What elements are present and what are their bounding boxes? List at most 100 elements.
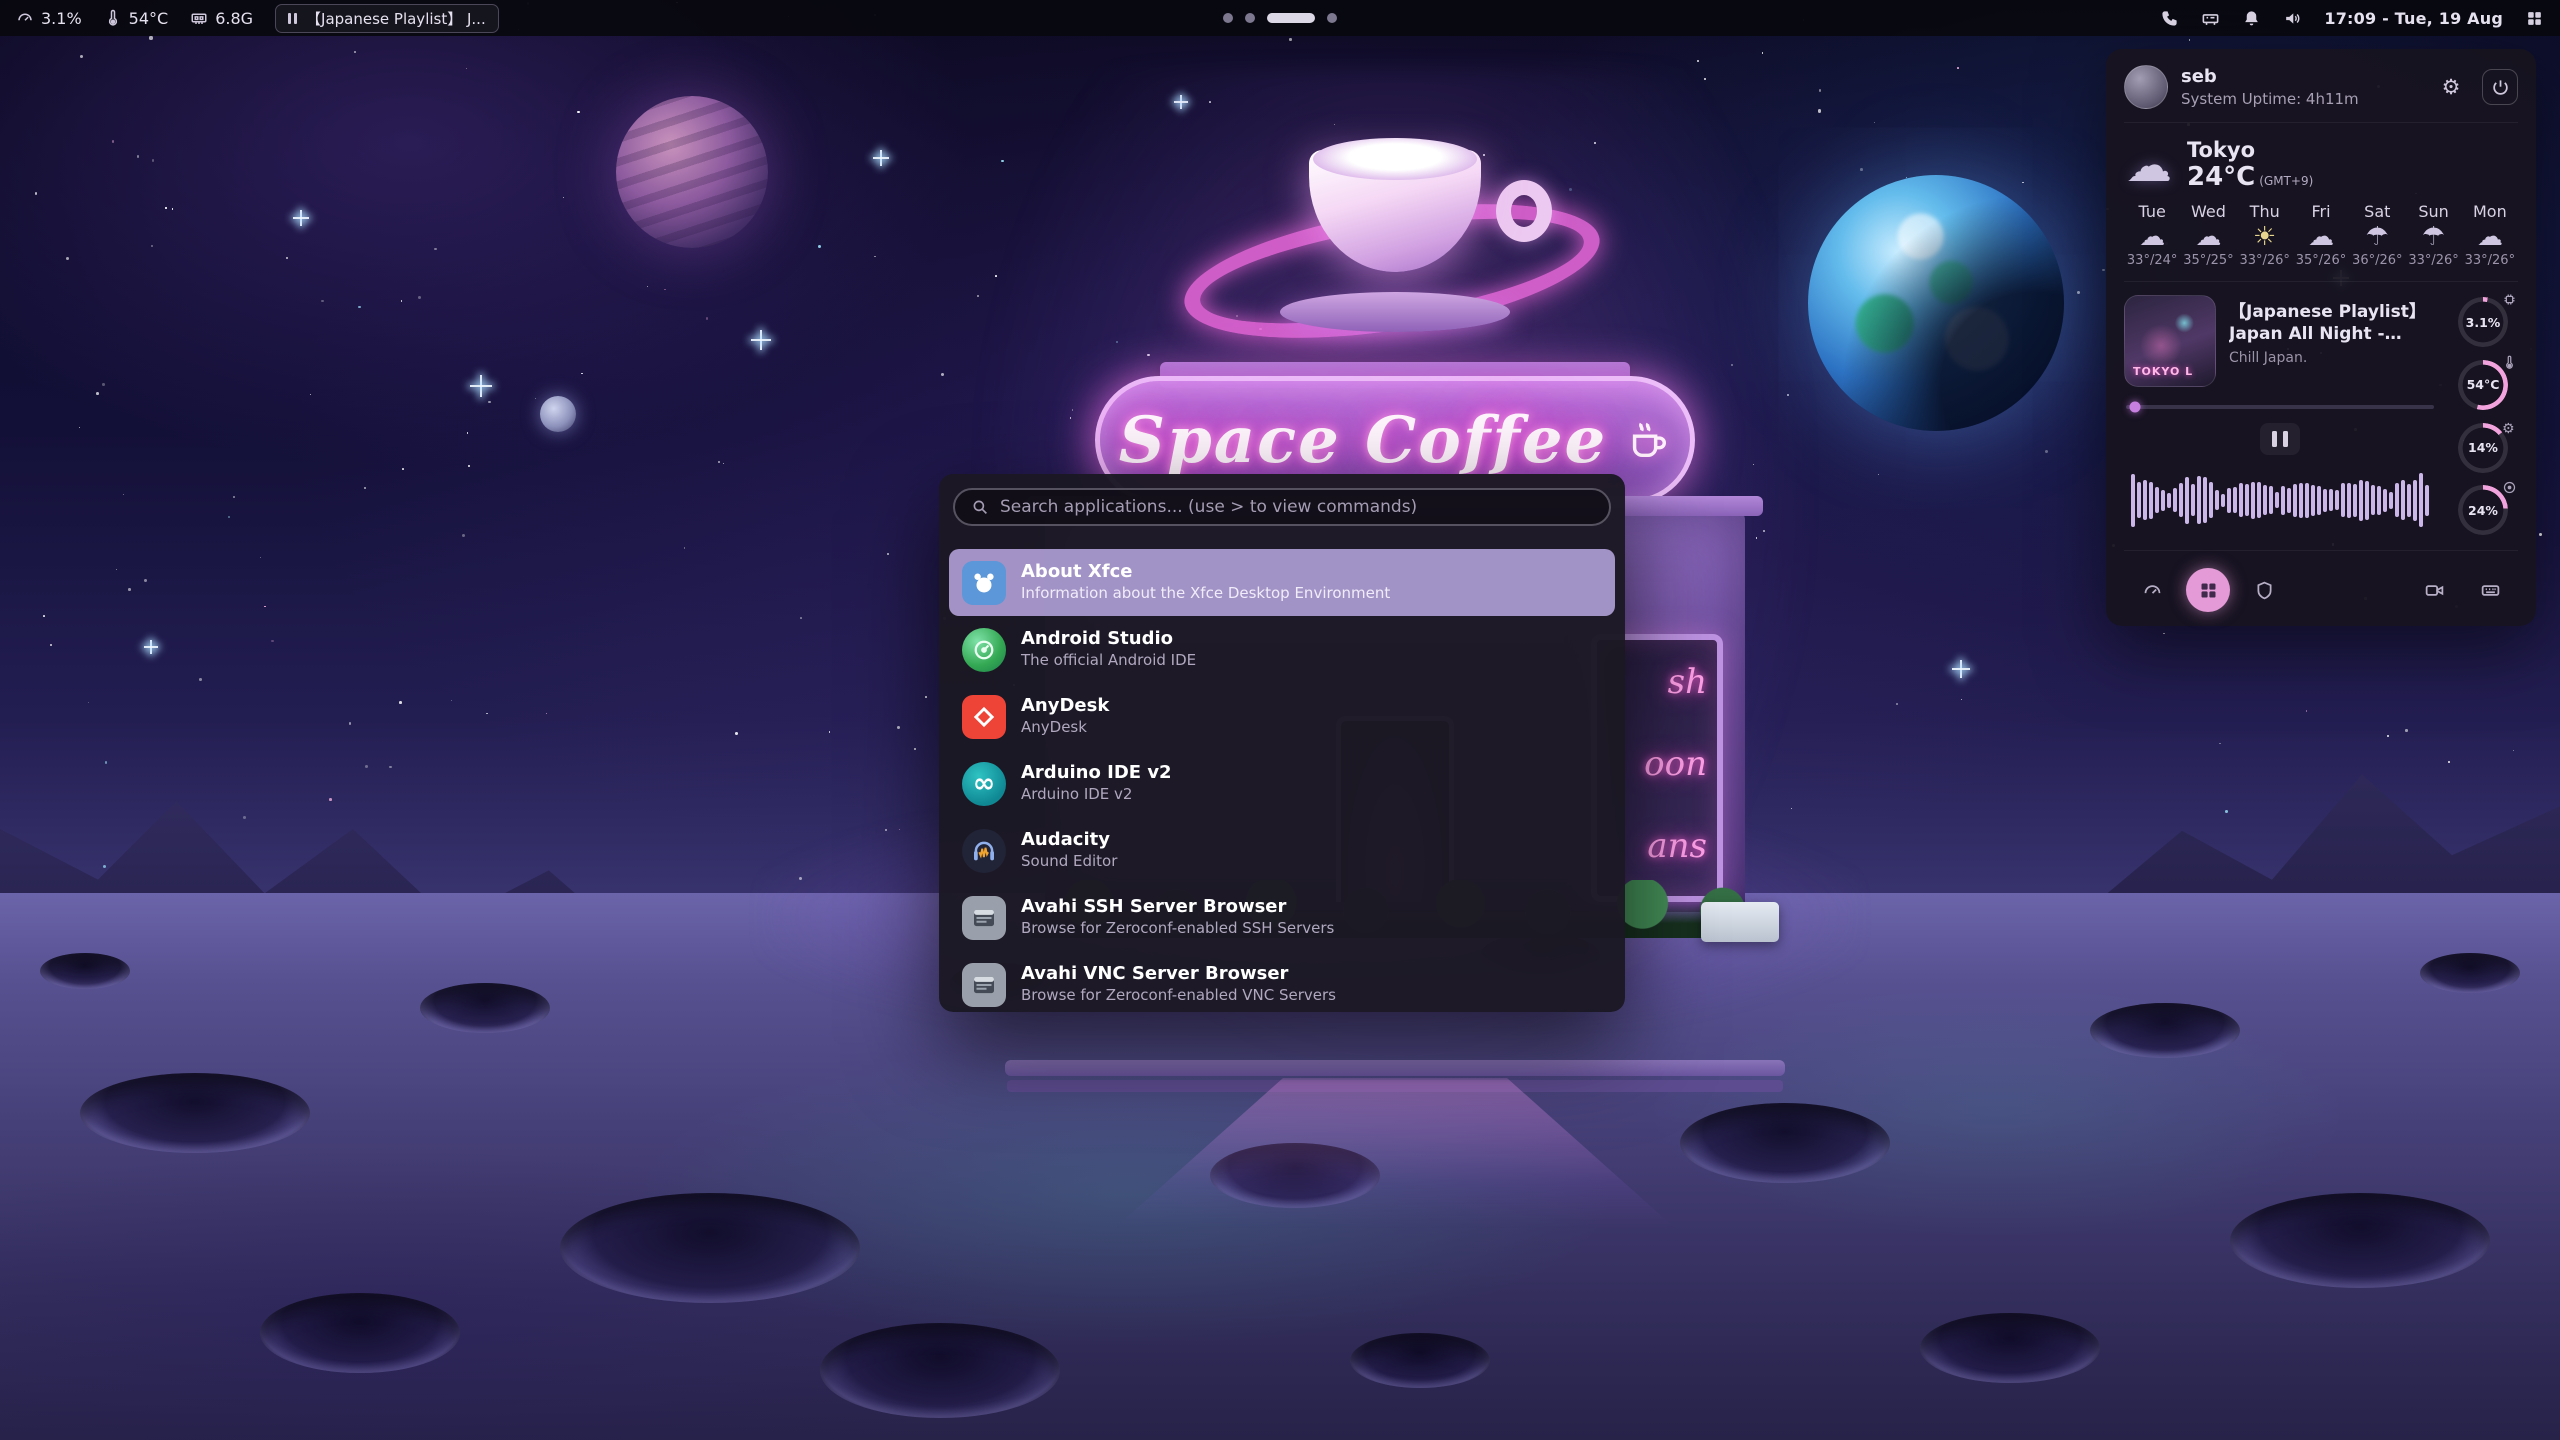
cpu-usage-value: 3.1% [41, 9, 82, 28]
media-progress-bar[interactable] [2126, 405, 2434, 409]
temperature-indicator[interactable]: 54°C [104, 9, 169, 28]
launcher-result-row[interactable]: About XfceInformation about the Xfce Des… [949, 549, 1615, 616]
app-description: Browse for Zeroconf-enabled VNC Servers [1021, 988, 1336, 1004]
app-grid-icon[interactable] [2525, 9, 2544, 28]
forecast-temps: 35°/26° [2293, 253, 2349, 268]
coffee-cup-icon [1625, 417, 1671, 463]
volume-icon[interactable] [2283, 9, 2302, 28]
ram-icon [190, 9, 208, 27]
username: seb [2181, 66, 2420, 87]
avahi-app-icon [962, 896, 1006, 940]
app-description: Sound Editor [1021, 854, 1117, 870]
widgets-button-active[interactable] [2186, 568, 2230, 612]
disk-gauge: 24% [2458, 485, 2508, 535]
earth-planet [1808, 175, 2064, 431]
forecast-temps: 33°/26° [2462, 253, 2518, 268]
search-bar[interactable] [953, 488, 1611, 526]
forecast-day: Mon☁33°/26° [2462, 202, 2518, 269]
purple-planet [616, 96, 768, 248]
xfce-app-icon [962, 561, 1006, 605]
workspace-dot-3-active[interactable] [1267, 13, 1315, 23]
screen-record-button[interactable] [2412, 568, 2456, 612]
performance-button[interactable] [2130, 568, 2174, 612]
forecast-temps: 33°/24° [2124, 253, 2180, 268]
album-art[interactable]: TOKYO L [2124, 295, 2216, 387]
launcher-result-row[interactable]: Avahi VNC Server Browser Browse for Zeroc… [949, 951, 1615, 1018]
memory-indicator[interactable]: 6.8G [190, 9, 253, 28]
forecast-temps: 33°/26° [2237, 253, 2293, 268]
avahi-app-icon [962, 963, 1006, 1007]
audio-waveform [2124, 463, 2436, 537]
forecast-day: Sun☂33°/26° [2405, 202, 2461, 269]
app-name: Avahi VNC Server Browser [1021, 965, 1336, 984]
power-button[interactable] [2482, 69, 2518, 105]
media-chip[interactable]: 【Japanese Playlist】 J... [275, 4, 499, 33]
play-pause-button[interactable] [2260, 423, 2300, 455]
neon-window-text: oon [1644, 744, 1707, 784]
shop-steps [1005, 1060, 1785, 1076]
progress-handle[interactable] [2130, 402, 2141, 413]
workspace-dot-1[interactable] [1223, 13, 1233, 23]
neon-window-text: ans [1647, 826, 1707, 866]
cpu-usage-indicator[interactable]: 3.1% [16, 9, 82, 28]
weather-city: Tokyo [2187, 138, 2313, 163]
video-camera-icon [2424, 580, 2445, 601]
phone-icon[interactable] [2160, 9, 2179, 28]
weather-timezone: (GMT+9) [2259, 174, 2313, 188]
launcher-result-row[interactable]: Avahi SSH Server BrowserBrowse for Zeroc… [949, 884, 1615, 951]
gear-gauge: 14%⚙ [2458, 423, 2508, 473]
search-icon [971, 498, 989, 516]
gauge-value: 54°C [2458, 360, 2508, 410]
forecast-day: Sat☂36°/26° [2349, 202, 2405, 269]
launcher-result-row[interactable]: Audacity Sound Editor [949, 817, 1615, 884]
media-player: TOKYO L 【Japanese Playlist】 Japan All Ni… [2124, 295, 2518, 537]
search-input[interactable] [1000, 497, 1593, 517]
app-name: Android Studio [1021, 630, 1196, 649]
android-app-icon [962, 628, 1006, 672]
weather-forecast: Tue☁33°/24°Wed☁35°/25°Thu☀33°/26°Fri☁35°… [2124, 202, 2518, 269]
launcher-result-row[interactable]: AnyDeskAnyDesk [949, 683, 1615, 750]
app-name: Audacity [1021, 831, 1117, 850]
cloud-weather-icon: ☁ [2124, 221, 2180, 254]
clock[interactable]: 17:09 - Tue, 19 Aug [2324, 9, 2503, 28]
memory-value: 6.8G [215, 9, 253, 28]
sun-weather-icon: ☀ [2237, 221, 2293, 254]
app-description: AnyDesk [1021, 720, 1109, 736]
thermometer-gauge: 54°C [2458, 360, 2508, 410]
forecast-day-label: Thu [2237, 202, 2293, 221]
security-button[interactable] [2242, 568, 2286, 612]
launcher-result-row[interactable]: ∞Arduino IDE v2Arduino IDE v2 [949, 750, 1615, 817]
neon-window-text: sh [1668, 662, 1707, 702]
audacity-app-icon [962, 829, 1006, 873]
anydesk-app-icon [962, 695, 1006, 739]
rain-weather-icon: ☂ [2349, 221, 2405, 254]
cpu-icon [2502, 292, 2517, 307]
forecast-day-label: Sun [2405, 202, 2461, 221]
weather-widget: ☁ Tokyo 24°C(GMT+9) Tue☁33°/24°Wed☁35°/2… [2124, 136, 2518, 268]
avatar [2124, 65, 2168, 109]
network-card-icon[interactable] [2201, 9, 2220, 28]
forecast-day-label: Fri [2293, 202, 2349, 221]
speedometer-icon [2142, 580, 2163, 601]
control-panel: seb System Uptime: 4h11m ⚙ ☁ Tokyo 24°C(… [2106, 49, 2536, 626]
app-description: The official Android IDE [1021, 653, 1196, 669]
cup-saucer [1280, 292, 1510, 332]
launcher-result-row[interactable]: Android Studio The official Android IDE [949, 616, 1615, 683]
media-chip-label: 【Japanese Playlist】 J... [306, 8, 486, 29]
saturn-coffee-cup [1180, 124, 1610, 354]
arduino-app-icon: ∞ [962, 762, 1006, 806]
system-gauges: 3.1%54°C14%⚙24% [2448, 295, 2518, 537]
workspace-dot-4[interactable] [1327, 13, 1337, 23]
panel-quick-actions [2124, 564, 2518, 614]
gauge-value: 14% [2458, 423, 2508, 473]
gauge-icon [16, 9, 34, 27]
keyboard-button[interactable] [2468, 568, 2512, 612]
notifications-bell-icon[interactable] [2242, 9, 2261, 28]
widgets-grid-icon [2198, 580, 2219, 601]
workspace-dot-2[interactable] [1245, 13, 1255, 23]
app-name: About Xfce [1021, 563, 1390, 582]
temperature-value: 54°C [129, 9, 169, 28]
keyboard-icon [2480, 580, 2501, 601]
forecast-day: Tue☁33°/24° [2124, 202, 2180, 269]
settings-button[interactable]: ⚙ [2433, 69, 2469, 105]
